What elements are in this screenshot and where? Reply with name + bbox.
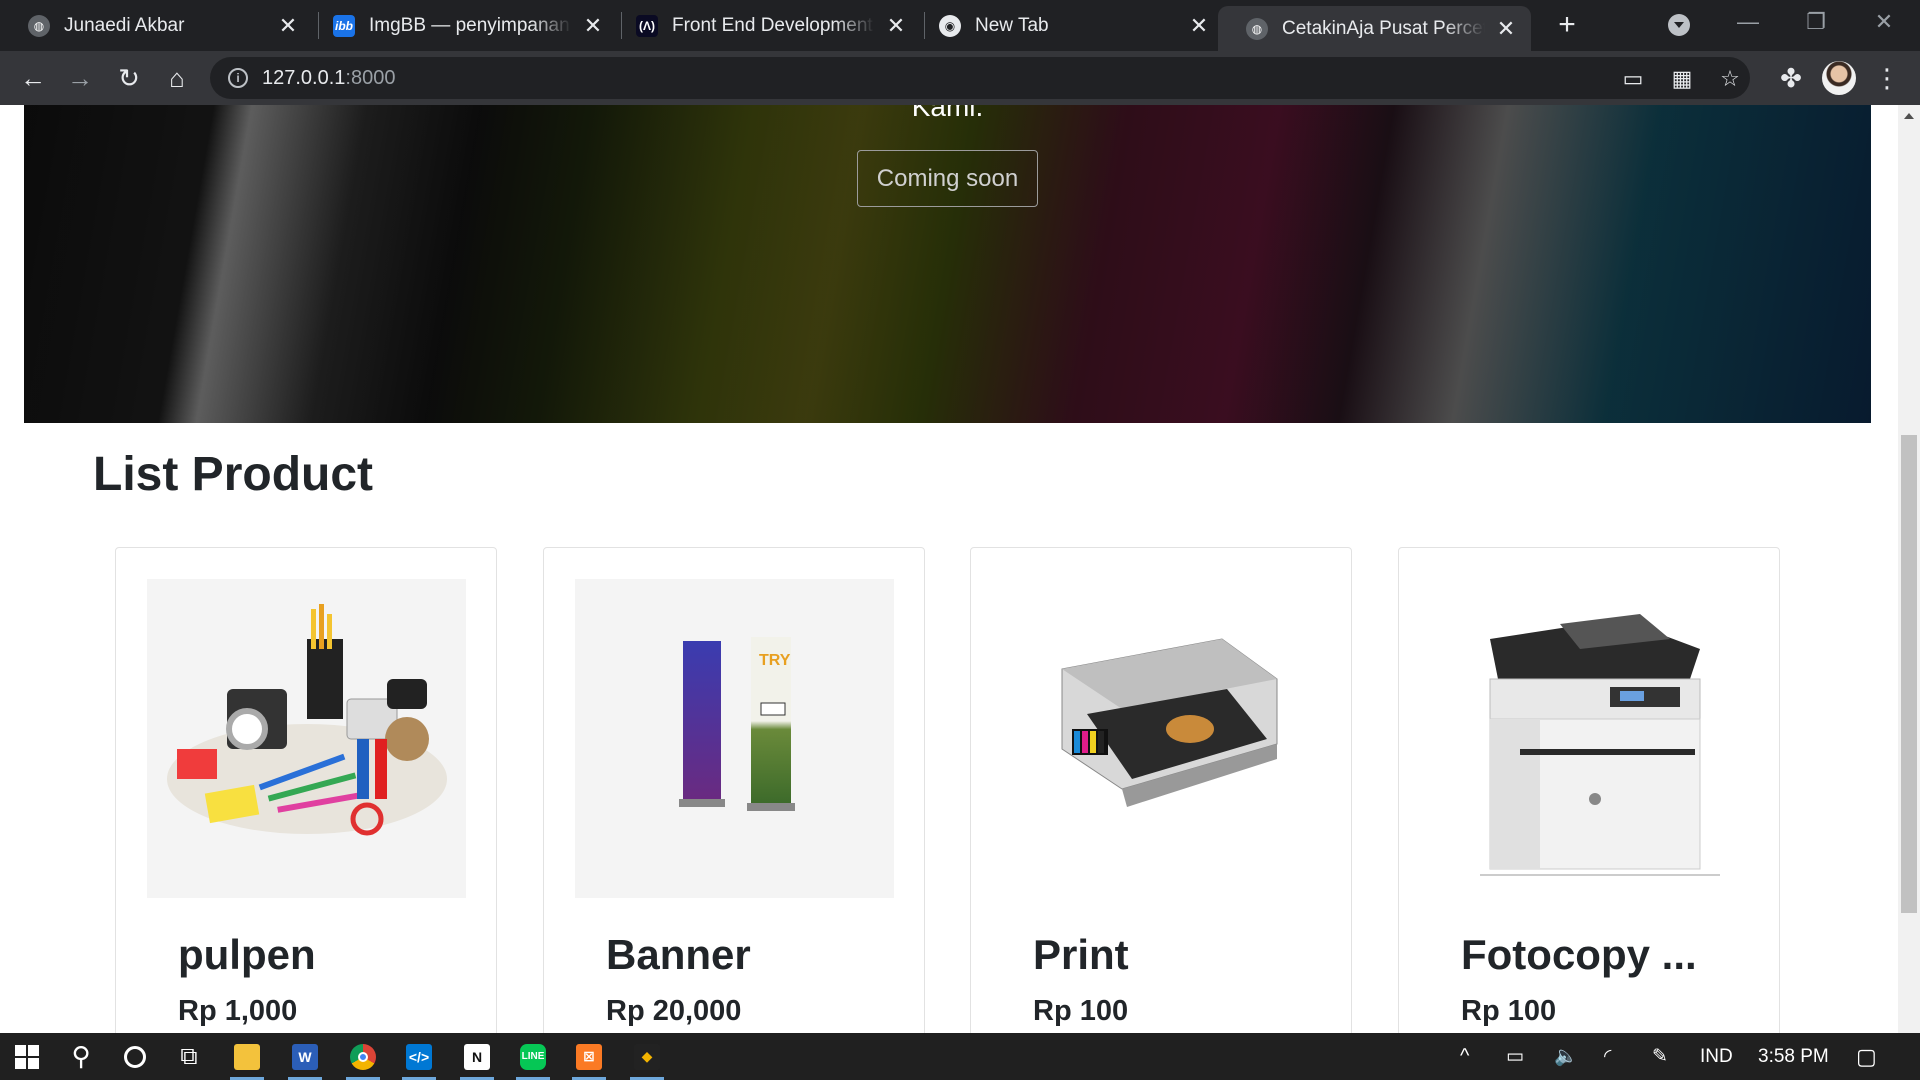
file-explorer-icon[interactable]	[222, 1033, 272, 1080]
scrollbar-thumb[interactable]	[1901, 435, 1917, 913]
tab-title: Junaedi Akbar	[64, 14, 185, 36]
tab-imgbb[interactable]: ibb ImgBB — penyimpanan gambar ✕	[305, 0, 618, 51]
back-icon[interactable]: ←	[16, 61, 50, 95]
qr-code-icon[interactable]: ▦	[1669, 66, 1695, 92]
product-name: pulpen	[178, 931, 316, 978]
product-price: Rp 100	[1033, 995, 1129, 1027]
tab-title: Front End Development Libraries	[672, 14, 875, 36]
product-card-pulpen[interactable]: pulpen Rp 1,000	[115, 547, 497, 1033]
product-image	[147, 579, 466, 898]
word-icon[interactable]: W	[280, 1033, 330, 1080]
new-tab-button[interactable]: +	[1550, 8, 1584, 42]
notifications-icon[interactable]: ▢	[1856, 1033, 1877, 1080]
tab-title: CetakinAja Pusat Percetakan	[1282, 17, 1485, 39]
tab-cetakinaja[interactable]: ◍ CetakinAja Pusat Percetakan ✕	[1218, 6, 1531, 51]
globe-icon: ◍	[1246, 17, 1268, 40]
clock[interactable]: 3:58 PM	[1758, 1033, 1829, 1080]
sourcetree-icon[interactable]: ◆	[622, 1033, 672, 1080]
vscode-icon[interactable]: </>	[394, 1033, 444, 1080]
xampp-icon[interactable]: ⊠	[564, 1033, 614, 1080]
scroll-up-icon[interactable]	[1904, 113, 1914, 119]
battery-icon[interactable]: ▭	[1506, 1033, 1524, 1080]
product-name: Print	[1033, 931, 1129, 978]
product-card-fotocopy[interactable]: Fotocopy ... Rp 100	[1398, 547, 1780, 1033]
start-button[interactable]	[2, 1033, 52, 1080]
product-card-print[interactable]: Print Rp 100	[970, 547, 1352, 1033]
address-bar[interactable]: i 127.0.0.1:8000 ▭ ▦ ☆	[210, 57, 1750, 99]
minimize-button[interactable]: —	[1718, 0, 1778, 44]
product-image: TRY	[575, 579, 894, 898]
page-viewport: Kami. Coming soon List Product pulpen Rp…	[0, 105, 1898, 1033]
windows-taskbar: ⚲ ⧉ W </> N LINE ⊠ ◆ ^ ▭ 🔈 ◜ ✎ IND 3:58 …	[0, 1033, 1920, 1080]
language-indicator[interactable]: IND	[1700, 1033, 1733, 1080]
line-icon[interactable]: LINE	[508, 1033, 558, 1080]
close-tab-icon[interactable]: ✕	[582, 13, 604, 39]
home-icon[interactable]: ⌂	[160, 61, 194, 95]
product-image	[1002, 579, 1321, 898]
extensions-icon[interactable]: ✤	[1774, 61, 1808, 95]
chrome-taskbar-icon[interactable]	[338, 1033, 388, 1080]
tab-title: ImgBB — penyimpanan gambar	[369, 14, 572, 36]
forward-icon[interactable]: →	[63, 61, 97, 95]
close-tab-icon[interactable]: ✕	[1188, 13, 1210, 39]
notion-icon[interactable]: N	[452, 1033, 502, 1080]
browser-toolbar: ← → ↻ ⌂ i 127.0.0.1:8000 ▭ ▦ ☆ ✤ ⋮	[0, 51, 1920, 105]
product-image	[1430, 579, 1749, 898]
bookmark-star-icon[interactable]: ☆	[1717, 66, 1743, 92]
product-price: Rp 20,000	[606, 995, 742, 1027]
cast-icon[interactable]: ▭	[1620, 66, 1646, 92]
restore-button[interactable]: ❐	[1786, 0, 1846, 44]
product-card-banner[interactable]: TRY Banner Rp 20,000	[543, 547, 925, 1033]
wifi-icon[interactable]: ◜	[1604, 1033, 1611, 1080]
menu-icon[interactable]: ⋮	[1870, 61, 1904, 95]
imgbb-icon: ibb	[333, 14, 355, 37]
globe-icon: ◍	[28, 14, 50, 37]
search-icon[interactable]: ⚲	[56, 1033, 106, 1080]
product-name: Fotocopy ...	[1461, 931, 1697, 978]
tab-junaedi-akbar[interactable]: ◍ Junaedi Akbar ✕	[0, 0, 313, 51]
show-hidden-icons[interactable]: ^	[1460, 1033, 1469, 1080]
section-title: List Product	[93, 448, 374, 501]
product-price: Rp 100	[1461, 995, 1557, 1027]
close-window-button[interactable]: ✕	[1854, 0, 1914, 44]
svg-text:TRY: TRY	[759, 652, 791, 669]
hero-text: Kami.	[911, 105, 984, 122]
hero-banner: Kami. Coming soon	[24, 105, 1871, 423]
product-name: Banner	[606, 931, 751, 978]
tab-new-tab[interactable]: ◉ New Tab ✕	[911, 0, 1224, 51]
url-text: 127.0.0.1:8000	[262, 67, 395, 90]
chrome-icon: ◉	[939, 14, 961, 37]
close-tab-icon[interactable]: ✕	[885, 13, 907, 39]
site-info-icon[interactable]: i	[228, 68, 248, 88]
freecodecamp-icon: (Λ)	[636, 14, 658, 37]
close-tab-icon[interactable]: ✕	[277, 13, 299, 39]
url-port: :8000	[345, 67, 396, 89]
pen-icon[interactable]: ✎	[1652, 1033, 1668, 1080]
tab-title: New Tab	[975, 14, 1049, 36]
tab-strip: ◍ Junaedi Akbar ✕ ibb ImgBB — penyimpana…	[0, 0, 1920, 51]
cortana-icon[interactable]	[110, 1033, 160, 1080]
tab-search-icon[interactable]	[1668, 14, 1690, 36]
url-host: 127.0.0.1	[262, 67, 346, 89]
task-view-icon[interactable]: ⧉	[164, 1033, 214, 1080]
page-scrollbar[interactable]	[1898, 105, 1920, 1033]
reload-icon[interactable]: ↻	[112, 61, 146, 95]
product-price: Rp 1,000	[178, 995, 298, 1027]
profile-avatar[interactable]	[1822, 61, 1856, 95]
tab-front-end-development[interactable]: (Λ) Front End Development Libraries ✕	[608, 0, 921, 51]
close-tab-icon[interactable]: ✕	[1495, 16, 1517, 42]
volume-icon[interactable]: 🔈	[1554, 1033, 1578, 1080]
coming-soon-button[interactable]: Coming soon	[857, 150, 1038, 207]
